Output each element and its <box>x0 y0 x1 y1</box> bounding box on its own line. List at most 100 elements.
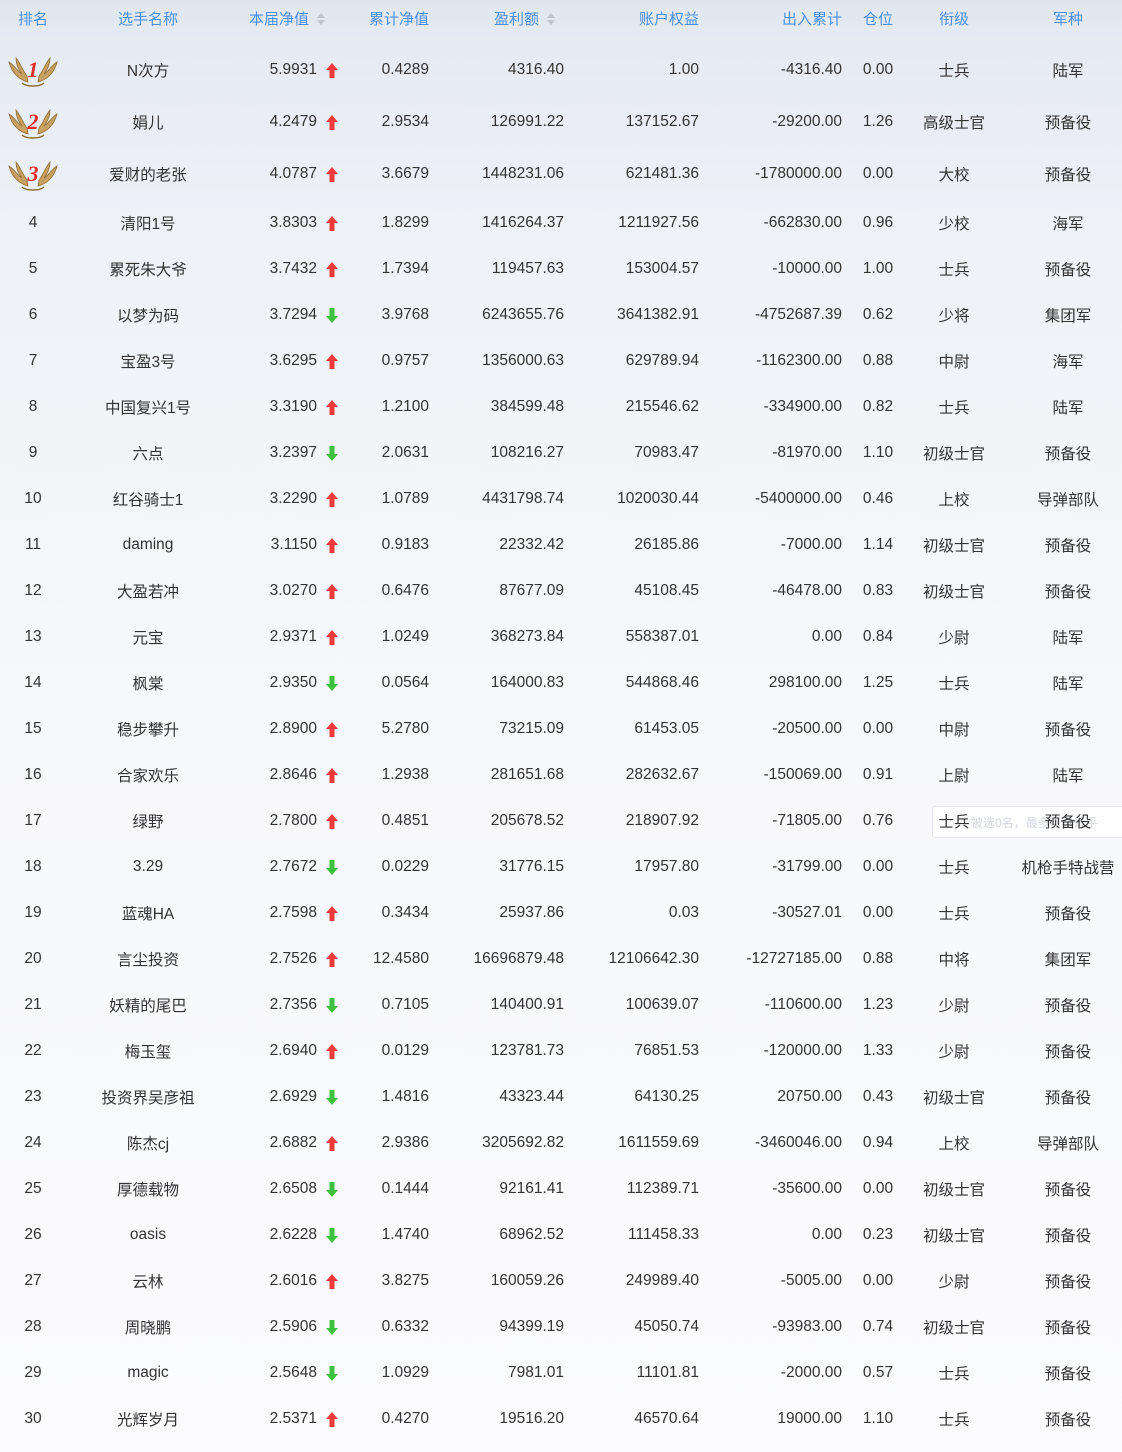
player-name-cell[interactable]: 累死朱大爷 <box>90 246 206 292</box>
player-name-cell[interactable]: 绿野 <box>90 798 206 844</box>
player-name-cell[interactable]: 以梦为码 <box>90 292 206 338</box>
player-name-cell[interactable]: 清阳1号 <box>90 200 206 246</box>
player-name-cell[interactable]: 爱财的老张 <box>90 150 206 198</box>
player-name[interactable]: 梅玉玺 <box>125 1040 172 1062</box>
player-name-cell[interactable]: 厚德载物 <box>90 1166 206 1212</box>
header-inout[interactable]: 出入累计 <box>742 0 842 40</box>
player-name-cell[interactable]: daming <box>90 522 206 568</box>
player-name-cell[interactable]: 蓝魂HA <box>90 890 206 936</box>
player-name[interactable]: 大盈若冲 <box>117 580 179 602</box>
player-name[interactable]: 厚德载物 <box>117 1178 179 1200</box>
player-name[interactable]: 枫棠 <box>132 672 163 694</box>
player-name[interactable]: 蓝魂HA <box>122 902 175 924</box>
player-name-cell[interactable]: 中国复兴1号 <box>90 384 206 430</box>
player-name[interactable]: 投资界吴彦祖 <box>101 1086 194 1108</box>
player-name[interactable]: 3.29 <box>133 858 163 876</box>
player-name[interactable]: 云林 <box>132 1270 163 1292</box>
table-row[interactable]: 10 红谷骑士1 3.2290 1.0789 4431798.74 1020030.44 -… <box>0 476 1122 522</box>
player-name[interactable]: 绿野 <box>132 810 163 832</box>
player-name-cell[interactable]: 元宝 <box>90 614 206 660</box>
table-row[interactable]: 16 合家欢乐 2.8646 1.2938 281651.68 282632.67 -150… <box>0 752 1122 798</box>
player-name-cell[interactable]: 宝盈3号 <box>90 338 206 384</box>
table-row[interactable]: 20 言尘投资 2.7526 12.4580 16696879.48 12106642.3… <box>0 936 1122 982</box>
table-row[interactable]: 5 累死朱大爷 3.7432 1.7394 119457.63 153004.57 -100… <box>0 246 1122 292</box>
header-branch[interactable]: 军种 <box>1010 0 1122 40</box>
player-name[interactable]: 六点 <box>132 442 163 464</box>
table-row[interactable]: 3 爱财的老张 4.0787 3.6679 1448231.06 621481.36 -17… <box>0 150 1122 198</box>
player-name[interactable]: 光辉岁月 <box>117 1408 179 1430</box>
header-title[interactable]: 衔级 <box>914 0 994 40</box>
sort-icon[interactable] <box>547 13 556 26</box>
sort-icon[interactable] <box>317 13 326 26</box>
table-row[interactable]: 14 枫棠 2.9350 0.0564 164000.83 544868.46 298100… <box>0 660 1122 706</box>
header-position[interactable]: 仓位 <box>852 0 904 40</box>
header-equity[interactable]: 账户权益 <box>600 0 699 40</box>
player-name-cell[interactable]: 妖精的尾巴 <box>90 982 206 1028</box>
table-row[interactable]: 19 蓝魂HA 2.7598 0.3434 25937.86 0.03 -30527.01 0… <box>0 890 1122 936</box>
player-name-cell[interactable]: 周晓鹏 <box>90 1304 206 1350</box>
table-row[interactable]: 21 妖精的尾巴 2.7356 0.7105 140400.91 100639.07 -11… <box>0 982 1122 1028</box>
player-name[interactable]: 周晓鹏 <box>125 1316 172 1338</box>
table-row[interactable]: 29 magic 2.5648 1.0929 7981.01 11101.81 -2000.… <box>0 1350 1122 1396</box>
table-row[interactable]: 1 N次方 5.9931 0.4289 4316.40 1.00 -4316.40 0.00 士… <box>0 46 1122 94</box>
player-name[interactable]: 妖精的尾巴 <box>109 994 187 1016</box>
table-row[interactable]: 28 周晓鹏 2.5906 0.6332 94399.19 45050.74 -93983.… <box>0 1304 1122 1350</box>
table-row[interactable]: 30 光辉岁月 2.5371 0.4270 19516.20 46570.64 19000.… <box>0 1396 1122 1442</box>
player-name-cell[interactable]: 3.29 <box>90 844 206 890</box>
player-name-cell[interactable]: 光辉岁月 <box>90 1396 206 1442</box>
player-name[interactable]: magic <box>127 1364 168 1382</box>
player-name-cell[interactable]: 陈杰cj <box>90 1120 206 1166</box>
player-name[interactable]: 言尘投资 <box>117 948 179 970</box>
table-row[interactable]: 12 大盈若冲 3.0270 0.6476 87677.09 45108.45 -46478… <box>0 568 1122 614</box>
header-profit[interactable]: 盈利额 <box>494 0 574 40</box>
table-row[interactable]: 22 梅玉玺 2.6940 0.0129 123781.73 76851.53 -12000… <box>0 1028 1122 1074</box>
player-name[interactable]: 稳步攀升 <box>117 718 179 740</box>
player-name[interactable]: daming <box>123 536 174 554</box>
player-name[interactable]: 爱财的老张 <box>109 163 187 185</box>
header-cum-nav[interactable]: 累计净值 <box>340 0 429 40</box>
player-name-cell[interactable]: 云林 <box>90 1258 206 1304</box>
player-name[interactable]: 元宝 <box>132 626 163 648</box>
player-name[interactable]: 娟儿 <box>132 111 163 133</box>
player-name[interactable]: oasis <box>130 1226 166 1244</box>
player-name-cell[interactable]: magic <box>90 1350 206 1396</box>
player-name[interactable]: 以梦为码 <box>117 304 179 326</box>
header-nav[interactable]: 本届净值 <box>249 0 349 40</box>
player-name[interactable]: 清阳1号 <box>120 212 175 234</box>
table-row[interactable]: 25 厚德载物 2.6508 0.1444 92161.41 112389.71 -3560… <box>0 1166 1122 1212</box>
header-rank[interactable]: 排名 <box>0 0 66 40</box>
player-name-cell[interactable]: 投资界吴彦祖 <box>90 1074 206 1120</box>
player-name[interactable]: 红谷骑士1 <box>113 488 184 510</box>
player-name[interactable]: 陈杰cj <box>127 1132 169 1154</box>
header-name[interactable]: 选手名称 <box>90 0 206 40</box>
table-row[interactable]: 11 daming 3.1150 0.9183 22332.42 26185.86 -700… <box>0 522 1122 568</box>
player-name-cell[interactable]: 梅玉玺 <box>90 1028 206 1074</box>
table-row[interactable]: 23 投资界吴彦祖 2.6929 1.4816 43323.44 64130.25 2075… <box>0 1074 1122 1120</box>
table-row[interactable]: 24 陈杰cj 2.6882 2.9386 3205692.82 1611559.69 -3… <box>0 1120 1122 1166</box>
player-name-cell[interactable]: 言尘投资 <box>90 936 206 982</box>
table-row[interactable]: 2 娟儿 4.2479 2.9534 126991.22 137152.67 -29200.… <box>0 98 1122 146</box>
table-row[interactable]: 13 元宝 2.9371 1.0249 368273.84 558387.01 0.00 0.… <box>0 614 1122 660</box>
player-name-cell[interactable]: 稳步攀升 <box>90 706 206 752</box>
table-row[interactable]: 7 宝盈3号 3.6295 0.9757 1356000.63 629789.94 -116… <box>0 338 1122 384</box>
player-name[interactable]: 合家欢乐 <box>117 764 179 786</box>
player-name-cell[interactable]: 红谷骑士1 <box>90 476 206 522</box>
table-row[interactable]: 26 oasis 2.6228 1.4740 68962.52 111458.33 0.00… <box>0 1212 1122 1258</box>
player-name-cell[interactable]: 合家欢乐 <box>90 752 206 798</box>
table-row[interactable]: 6 以梦为码 3.7294 3.9768 6243655.76 3641382.91 -47… <box>0 292 1122 338</box>
table-row[interactable]: 18 3.29 2.7672 0.0229 31776.15 17957.80 -31799… <box>0 844 1122 890</box>
player-name-cell[interactable]: 六点 <box>90 430 206 476</box>
player-name[interactable]: 宝盈3号 <box>120 350 175 372</box>
table-row[interactable]: 9 六点 3.2397 2.0631 108216.27 70983.47 -81970.0… <box>0 430 1122 476</box>
player-name[interactable]: 中国复兴1号 <box>105 396 191 418</box>
table-row[interactable]: 4 清阳1号 3.8303 1.8299 1416264.37 1211927.56 -66… <box>0 200 1122 246</box>
player-name[interactable]: 累死朱大爷 <box>109 258 187 280</box>
player-name-cell[interactable]: N次方 <box>90 46 206 94</box>
player-name[interactable]: N次方 <box>127 59 169 81</box>
player-name-cell[interactable]: 娟儿 <box>90 98 206 146</box>
table-row[interactable]: 27 云林 2.6016 3.8275 160059.26 249989.40 -5005.… <box>0 1258 1122 1304</box>
player-name-cell[interactable]: 枫棠 <box>90 660 206 706</box>
table-row[interactable]: 8 中国复兴1号 3.3190 1.2100 384599.48 215546.62 -33… <box>0 384 1122 430</box>
player-name-cell[interactable]: 大盈若冲 <box>90 568 206 614</box>
table-row[interactable]: 15 稳步攀升 2.8900 5.2780 73215.09 61453.05 -20500… <box>0 706 1122 752</box>
